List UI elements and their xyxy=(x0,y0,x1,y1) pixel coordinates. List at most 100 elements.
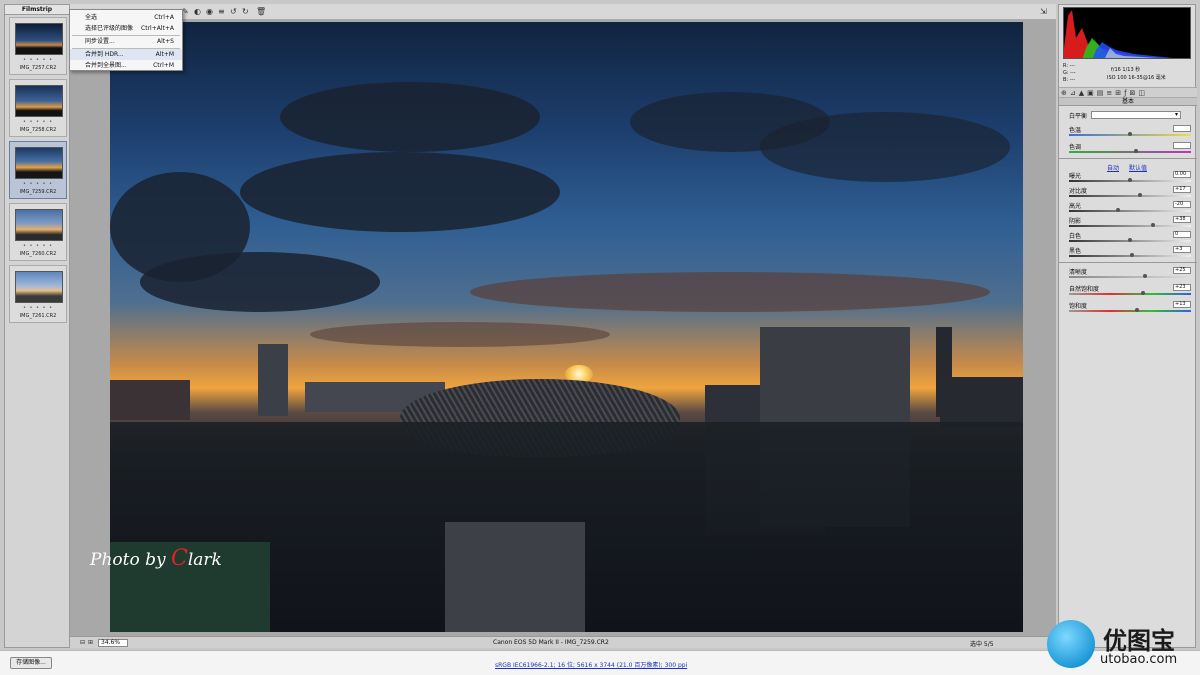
slider-track[interactable] xyxy=(1069,276,1191,278)
tool-bar: ✎ ◐ ◉ ≡ ↺ ↻ 🗑 ⇲ xyxy=(70,4,1056,20)
slider-knob[interactable] xyxy=(1115,208,1120,212)
slider-label: 对比度 xyxy=(1069,188,1088,195)
slider-value[interactable]: -20 xyxy=(1173,201,1191,208)
white-balance-label: 白平衡 xyxy=(1069,113,1088,120)
slider-value[interactable]: +3 xyxy=(1173,246,1191,253)
site-logo: 优图宝 utobao.com xyxy=(1043,616,1200,675)
slider-row[interactable]: 对比度 +17 xyxy=(1069,186,1191,200)
slider-track[interactable] xyxy=(1069,310,1191,312)
rating-stars[interactable]: • • • • • xyxy=(10,119,66,125)
menu-item-sync-settings[interactable]: 同步设置... Alt+S xyxy=(70,36,182,47)
eye-icon[interactable]: ◉ xyxy=(206,7,213,17)
list-icon[interactable]: ≡ xyxy=(218,7,225,17)
slider-row[interactable]: 曝光 0.00 xyxy=(1069,171,1191,185)
slider-knob[interactable] xyxy=(1128,132,1132,136)
chevron-down-icon: ▾ xyxy=(1174,111,1178,118)
slider-label: 色温 xyxy=(1069,127,1082,134)
slider-row[interactable]: 饱和度 +13 xyxy=(1069,301,1191,315)
slider-knob[interactable] xyxy=(1137,193,1142,197)
trash-icon[interactable]: 🗑 xyxy=(256,7,266,17)
slider-tint[interactable]: 色调 xyxy=(1069,142,1191,156)
menu-item-select-rated[interactable]: 选择已评级的图像 Ctrl+Alt+A xyxy=(70,23,182,34)
filmstrip-thumb[interactable]: • • • • • IMG_7261.CR2 xyxy=(9,265,67,323)
menu-item-select-all[interactable]: 全选 Ctrl+A xyxy=(70,12,182,23)
slider-row[interactable]: 白色 0 xyxy=(1069,231,1191,245)
filmstrip-thumb[interactable]: • • • • • IMG_7257.CR2 xyxy=(9,17,67,75)
logo-text-cn: 优图宝 xyxy=(1103,627,1175,655)
slider-row[interactable]: 阴影 +38 xyxy=(1069,216,1191,230)
rgb-b-readout: B: --- xyxy=(1063,77,1076,83)
slider-knob[interactable] xyxy=(1128,178,1132,182)
white-balance-select[interactable]: ▾ xyxy=(1091,111,1181,119)
exposure-info: f/16 1/13 秒 xyxy=(1111,67,1141,73)
bird-logo-icon xyxy=(1047,620,1095,668)
slider-label: 色调 xyxy=(1069,144,1082,151)
slider-track[interactable] xyxy=(1069,210,1191,212)
slider-value[interactable]: +23 xyxy=(1173,284,1191,291)
histogram-info: R: --- G: --- B: --- f/16 1/13 秒 ISO 100… xyxy=(1063,61,1191,87)
selection-count: 选中 5/5 xyxy=(970,641,994,648)
slider-value[interactable] xyxy=(1173,125,1191,132)
panel-tabs[interactable]: ⊕⊿▲▣▤≡⊞ƒ⊠◫ xyxy=(1059,87,1197,98)
filmstrip-thumb-selected[interactable]: • • • • • IMG_7259.CR2 xyxy=(9,141,67,199)
slider-value[interactable]: +17 xyxy=(1173,186,1191,193)
rotate-right-icon[interactable]: ↻ xyxy=(242,7,249,17)
slider-label: 饱和度 xyxy=(1069,303,1088,310)
zoom-in-icon[interactable]: ⊞ xyxy=(88,638,93,648)
divider xyxy=(1059,262,1197,263)
rating-stars[interactable]: • • • • • xyxy=(10,57,66,63)
fullscreen-icon[interactable]: ⇲ xyxy=(1040,7,1047,17)
slider-value[interactable]: 0.00 xyxy=(1173,171,1191,178)
logo-text-en: utobao.com xyxy=(1100,652,1178,667)
slider-value[interactable]: 0 xyxy=(1173,231,1191,238)
photo-preview[interactable] xyxy=(110,22,1023,632)
filmstrip-thumb[interactable]: • • • • • IMG_7258.CR2 xyxy=(9,79,67,137)
adjustments-panel: R: --- G: --- B: --- f/16 1/13 秒 ISO 100… xyxy=(1058,4,1197,648)
rating-stars[interactable]: • • • • • xyxy=(10,305,66,311)
slider-label: 黑色 xyxy=(1069,248,1082,255)
white-balance-row: 白平衡 ▾ xyxy=(1069,111,1191,125)
zoom-select[interactable]: 34.6% xyxy=(98,639,128,647)
thumb-filename: IMG_7261.CR2 xyxy=(19,313,57,319)
menu-item-merge-panorama[interactable]: 合并到全景图... Ctrl+M xyxy=(70,60,182,71)
filmstrip-thumb[interactable]: • • • • • IMG_7260.CR2 xyxy=(9,203,67,261)
slider-track[interactable] xyxy=(1069,225,1191,227)
slider-track[interactable] xyxy=(1069,293,1191,295)
brush-icon[interactable]: ✎ xyxy=(182,7,189,17)
slider-track[interactable] xyxy=(1069,151,1191,153)
save-image-button[interactable]: 存储图像... xyxy=(10,657,52,669)
zoom-out-icon[interactable]: ⊟ xyxy=(80,638,85,648)
status-bar: ⊟ ⊞ 34.6% Canon EOS 5D Mark II - IMG_725… xyxy=(70,636,1056,648)
slider-row[interactable]: 清晰度 +25 xyxy=(1069,267,1191,281)
slider-label: 高光 xyxy=(1069,203,1082,210)
slider-label: 阴影 xyxy=(1069,218,1082,225)
filmstrip-panel: Filmstrip • • • • • IMG_7257.CR2 • • • •… xyxy=(4,4,70,648)
slider-track[interactable] xyxy=(1069,195,1191,197)
watermark-text: Photo by Clark xyxy=(90,546,222,571)
slider-value[interactable]: +38 xyxy=(1173,216,1191,223)
slider-row[interactable]: 黑色 +3 xyxy=(1069,246,1191,260)
slider-value[interactable] xyxy=(1173,142,1191,149)
thumb-filename: IMG_7258.CR2 xyxy=(19,127,57,133)
slider-knob[interactable] xyxy=(1128,238,1132,242)
slider-value[interactable]: +25 xyxy=(1173,267,1191,274)
slider-row[interactable]: 高光 -20 xyxy=(1069,201,1191,215)
slider-value[interactable]: +13 xyxy=(1173,301,1191,308)
lens-info: ISO 100 16-35@16 毫米 xyxy=(1107,75,1166,81)
menu-item-merge-hdr[interactable]: 合并到 HDR... Alt+M xyxy=(70,49,182,60)
rating-stars[interactable]: • • • • • xyxy=(10,243,66,249)
slider-row[interactable]: 自然饱和度 +23 xyxy=(1069,284,1191,298)
rgb-g-readout: G: --- xyxy=(1063,70,1076,76)
slider-temp[interactable]: 色温 xyxy=(1069,125,1191,139)
rating-stars[interactable]: • • • • • xyxy=(10,181,66,187)
slider-label: 自然饱和度 xyxy=(1069,286,1100,293)
panel-title: 基本 xyxy=(1059,98,1197,106)
filter-icon[interactable]: ◐ xyxy=(194,7,201,17)
slider-label: 清晰度 xyxy=(1069,269,1088,276)
divider xyxy=(1059,158,1197,159)
workflow-options-link[interactable]: sRGB IEC61966-2.1; 16 位; 5616 x 3744 (21… xyxy=(495,660,687,669)
thumb-filename: IMG_7257.CR2 xyxy=(19,65,57,71)
rotate-left-icon[interactable]: ↺ xyxy=(230,7,237,17)
thumb-filename: IMG_7260.CR2 xyxy=(19,251,57,257)
slider-knob[interactable] xyxy=(1142,274,1147,278)
